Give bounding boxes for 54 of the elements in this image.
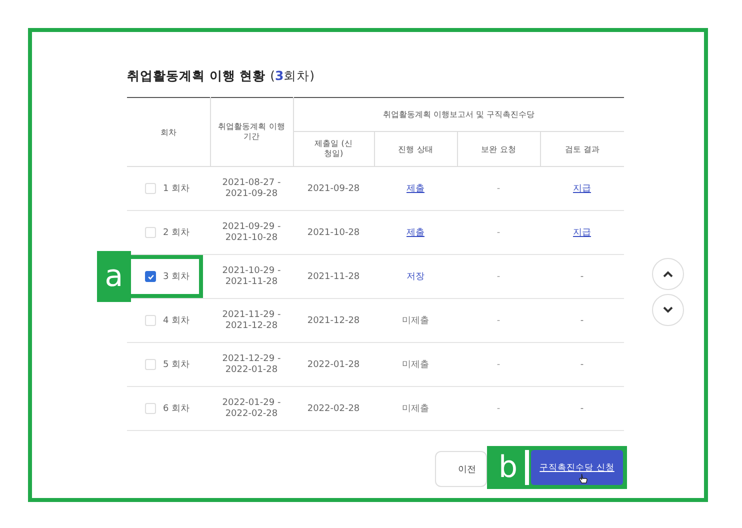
status-link[interactable]: 제출 bbox=[406, 228, 424, 238]
column-header: 취업활동계획 이행 기간 bbox=[210, 98, 293, 166]
supplement-cell: - bbox=[496, 360, 500, 370]
scroll-down-button[interactable] bbox=[652, 294, 684, 326]
round-label: 2 회차 bbox=[163, 227, 190, 239]
status-link[interactable]: 제출 bbox=[406, 184, 424, 194]
column-header: 진행 상태 bbox=[374, 132, 457, 166]
round-label: 6 회차 bbox=[163, 403, 190, 415]
review-link[interactable]: 지급 bbox=[573, 228, 591, 238]
supplement-cell: - bbox=[496, 316, 500, 326]
scroll-up-button[interactable] bbox=[652, 258, 684, 290]
period-cell: 2021-11-29 - 2021-12-28 bbox=[222, 310, 281, 331]
column-group-header: 취업활동계획 이행보고서 및 구직촉진수당 bbox=[293, 98, 624, 132]
review-cell: - bbox=[580, 272, 584, 282]
column-header: 보완 요청 bbox=[457, 132, 540, 166]
date-cell: 2021-10-28 bbox=[307, 228, 360, 238]
column-header: 검토 결과 bbox=[540, 132, 624, 166]
date-cell: 2022-02-28 bbox=[307, 404, 360, 414]
status-text: 미제출 bbox=[402, 360, 429, 370]
annotation-label: b bbox=[497, 452, 519, 482]
period-cell: 2021-10-29 - 2021-11-28 bbox=[222, 266, 281, 287]
round-label: 3 회차 bbox=[163, 271, 190, 283]
review-cell: - bbox=[580, 360, 584, 370]
supplement-cell: - bbox=[496, 184, 500, 194]
date-cell: 2021-09-28 bbox=[307, 184, 360, 194]
status-text: 미제출 bbox=[402, 316, 429, 326]
supplement-cell: - bbox=[496, 272, 500, 282]
period-cell: 2021-08-27 - 2021-09-28 bbox=[222, 178, 281, 199]
column-header: 제출일 (신청일) bbox=[293, 132, 374, 166]
apply-button[interactable]: 구직촉진수당 신청 bbox=[531, 450, 623, 485]
status-text: 미제출 bbox=[402, 404, 429, 414]
round-label: 5 회차 bbox=[163, 359, 190, 371]
status-text: 저장 bbox=[406, 272, 424, 282]
section-title: 취업활동계획 이행 현황 (3회차) bbox=[127, 68, 316, 85]
date-cell: 2021-12-28 bbox=[307, 316, 360, 326]
previous-button[interactable]: 이전 bbox=[435, 451, 487, 487]
pointer-cursor-icon bbox=[579, 473, 588, 484]
supplement-cell: - bbox=[496, 228, 500, 238]
review-link[interactable]: 지급 bbox=[573, 184, 591, 194]
supplement-cell: - bbox=[496, 404, 500, 414]
period-cell: 2021-09-29 - 2021-10-28 bbox=[222, 222, 281, 243]
checkbox[interactable] bbox=[145, 271, 156, 282]
date-cell: 2021-11-28 bbox=[307, 272, 360, 282]
chevron-down-icon bbox=[662, 306, 674, 314]
period-cell: 2021-12-29 - 2022-01-28 bbox=[222, 354, 281, 375]
period-cell: 2022-01-29 - 2022-02-28 bbox=[222, 398, 281, 419]
review-cell: - bbox=[580, 316, 584, 326]
chevron-up-icon bbox=[662, 270, 674, 278]
round-label: 1 회차 bbox=[163, 183, 190, 195]
column-header: 회차 bbox=[127, 98, 210, 166]
review-cell: - bbox=[580, 404, 584, 414]
annotation-label: a bbox=[97, 251, 131, 302]
round-label: 4 회차 bbox=[163, 315, 190, 327]
date-cell: 2022-01-28 bbox=[307, 360, 360, 370]
